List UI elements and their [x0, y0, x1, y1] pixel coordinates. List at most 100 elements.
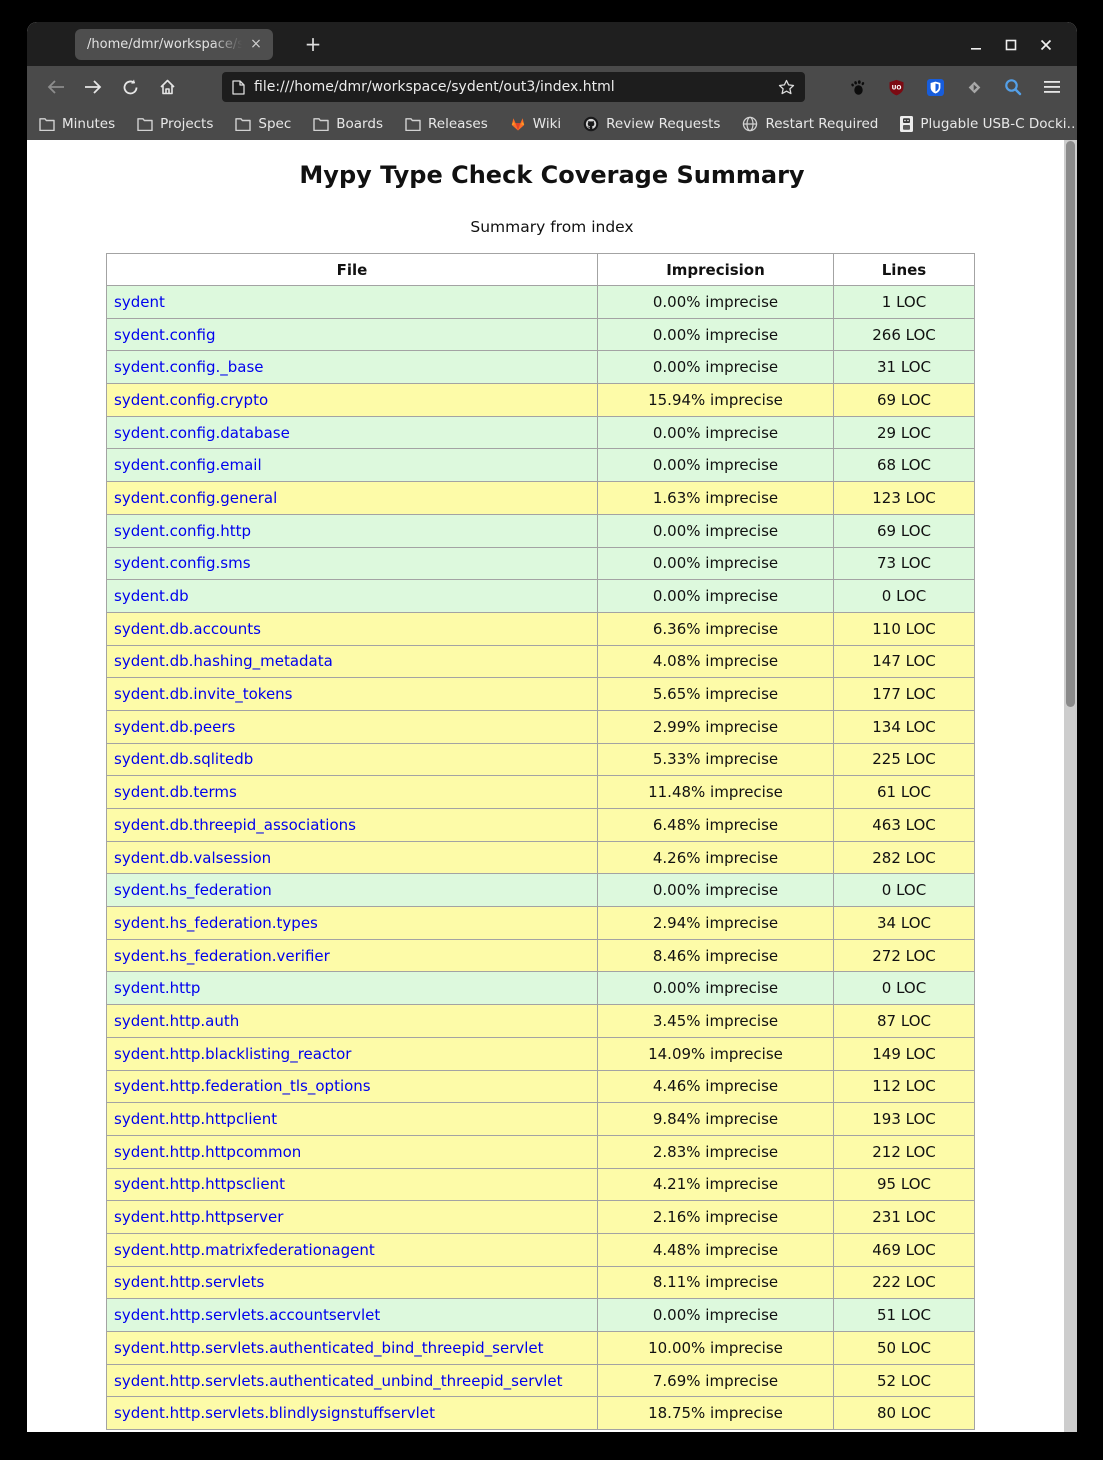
- bookmark-label: Wiki: [533, 116, 561, 132]
- table-row: sydent.config0.00% imprecise266 LOC: [107, 318, 975, 351]
- file-cell: sydent.http.httpclient: [107, 1103, 598, 1136]
- table-row: sydent.config.http0.00% imprecise69 LOC: [107, 514, 975, 547]
- search-icon[interactable]: [998, 71, 1028, 103]
- bitwarden-icon[interactable]: [920, 71, 950, 103]
- tab-bar: /home/dmr/workspace/syden × +: [27, 22, 1077, 66]
- reload-icon[interactable]: [114, 71, 146, 103]
- lines-cell: 469 LOC: [834, 1233, 975, 1266]
- file-link[interactable]: sydent.http.federation_tls_options: [114, 1077, 371, 1095]
- lines-cell: 68 LOC: [834, 449, 975, 482]
- file-link[interactable]: sydent.db.valsession: [114, 849, 271, 867]
- navigation-toolbar: file:///home/dmr/workspace/sydent/out3/i…: [27, 66, 1077, 108]
- forward-icon[interactable]: [77, 71, 109, 103]
- tab-close-icon[interactable]: ×: [247, 36, 265, 54]
- bookmark-item-plugable-usb-c-docki[interactable]: Plugable USB-C Docki…: [900, 116, 1077, 132]
- ublock-origin-icon[interactable]: UO: [881, 71, 911, 103]
- page-viewport: Mypy Type Check Coverage Summary Summary…: [27, 140, 1077, 1432]
- file-link[interactable]: sydent.db: [114, 587, 189, 605]
- table-row: sydent.http.auth3.45% imprecise87 LOC: [107, 1005, 975, 1038]
- file-link[interactable]: sydent.config.email: [114, 456, 262, 474]
- file-link[interactable]: sydent.db.accounts: [114, 620, 261, 638]
- imprecision-cell: 8.11% imprecise: [598, 1266, 834, 1299]
- back-icon[interactable]: [40, 71, 72, 103]
- file-link[interactable]: sydent.hs_federation: [114, 881, 272, 899]
- file-cell: sydent.config.general: [107, 482, 598, 515]
- gnome-foot-icon[interactable]: [842, 71, 872, 103]
- bookmark-item-minutes[interactable]: Minutes: [39, 116, 115, 132]
- file-link[interactable]: sydent.http.servlets: [114, 1273, 264, 1291]
- file-link[interactable]: sydent.http.servlets.blindlysignstuffser…: [114, 1404, 435, 1422]
- tab-active[interactable]: /home/dmr/workspace/syden ×: [75, 29, 273, 60]
- file-link[interactable]: sydent.config.crypto: [114, 391, 268, 409]
- file-link[interactable]: sydent.http.matrixfederationagent: [114, 1241, 375, 1259]
- file-link[interactable]: sydent.http.auth: [114, 1012, 239, 1030]
- file-link[interactable]: sydent.http.httpcommon: [114, 1143, 301, 1161]
- coverage-table: File Imprecision Lines sydent0.00% impre…: [106, 253, 975, 1430]
- file-link[interactable]: sydent.config._base: [114, 358, 264, 376]
- file-link[interactable]: sydent.http: [114, 979, 200, 997]
- file-link[interactable]: sydent.config.general: [114, 489, 277, 507]
- lines-cell: 73 LOC: [834, 547, 975, 580]
- file-cell: sydent.hs_federation: [107, 874, 598, 907]
- file-link[interactable]: sydent.config: [114, 326, 216, 344]
- bookmark-item-restart-required[interactable]: Restart Required: [742, 116, 878, 132]
- bookmark-star-icon[interactable]: [778, 79, 795, 95]
- file-link[interactable]: sydent.db.sqlitedb: [114, 750, 253, 768]
- file-cell: sydent.db.sqlitedb: [107, 743, 598, 776]
- file-link[interactable]: sydent.http.servlets.authenticated_bind_…: [114, 1339, 544, 1357]
- file-cell: sydent.config.sms: [107, 547, 598, 580]
- file-link[interactable]: sydent.db.peers: [114, 718, 235, 736]
- file-cell: sydent.db.hashing_metadata: [107, 645, 598, 678]
- file-cell: sydent.http: [107, 972, 598, 1005]
- close-button[interactable]: [1031, 30, 1061, 60]
- home-icon[interactable]: [151, 71, 183, 103]
- plasma-integration-icon[interactable]: [959, 71, 989, 103]
- bookmark-item-wiki[interactable]: Wiki: [510, 116, 561, 132]
- table-row: sydent.db.valsession4.26% imprecise282 L…: [107, 841, 975, 874]
- file-link[interactable]: sydent.http.blacklisting_reactor: [114, 1045, 351, 1063]
- imprecision-cell: 11.48% imprecise: [598, 776, 834, 809]
- file-link[interactable]: sydent.db.invite_tokens: [114, 685, 293, 703]
- file-cell: sydent.http.federation_tls_options: [107, 1070, 598, 1103]
- file-link[interactable]: sydent.http.httpclient: [114, 1110, 277, 1128]
- file-link[interactable]: sydent.config.database: [114, 424, 290, 442]
- file-cell: sydent.db.peers: [107, 710, 598, 743]
- file-link[interactable]: sydent.http.httpserver: [114, 1208, 283, 1226]
- lines-cell: 110 LOC: [834, 612, 975, 645]
- file-link[interactable]: sydent.http.httpsclient: [114, 1175, 285, 1193]
- file-cell: sydent: [107, 286, 598, 319]
- url-bar[interactable]: file:///home/dmr/workspace/sydent/out3/i…: [222, 72, 805, 102]
- file-link[interactable]: sydent.config.http: [114, 522, 251, 540]
- menu-icon[interactable]: [1037, 71, 1067, 103]
- table-header-row: File Imprecision Lines: [107, 254, 975, 286]
- table-row: sydent.config.email0.00% imprecise68 LOC: [107, 449, 975, 482]
- minimize-button[interactable]: [961, 30, 991, 60]
- file-link[interactable]: sydent.http.servlets.accountservlet: [114, 1306, 380, 1324]
- scrollbar[interactable]: [1064, 140, 1077, 1432]
- file-link[interactable]: sydent.db.hashing_metadata: [114, 652, 333, 670]
- browser-window: /home/dmr/workspace/syden × +: [27, 22, 1077, 1432]
- imprecision-cell: 4.08% imprecise: [598, 645, 834, 678]
- bookmark-item-spec[interactable]: Spec: [235, 116, 291, 132]
- svg-text:UO: UO: [891, 84, 901, 91]
- imprecision-cell: 2.83% imprecise: [598, 1135, 834, 1168]
- file-link[interactable]: sydent.db.terms: [114, 783, 237, 801]
- file-link[interactable]: sydent.db.threepid_associations: [114, 816, 356, 834]
- file-link[interactable]: sydent.hs_federation.types: [114, 914, 318, 932]
- bookmark-item-review-requests[interactable]: Review Requests: [583, 116, 720, 132]
- table-row: sydent.hs_federation0.00% imprecise0 LOC: [107, 874, 975, 907]
- scrollbar-thumb[interactable]: [1066, 141, 1075, 707]
- imprecision-cell: 10.00% imprecise: [598, 1332, 834, 1365]
- maximize-button[interactable]: [996, 30, 1026, 60]
- bookmark-item-releases[interactable]: Releases: [405, 116, 488, 132]
- file-link[interactable]: sydent.config.sms: [114, 554, 251, 572]
- bookmark-item-projects[interactable]: Projects: [137, 116, 213, 132]
- table-row: sydent.config.general1.63% imprecise123 …: [107, 482, 975, 515]
- file-link[interactable]: sydent.http.servlets.authenticated_unbin…: [114, 1372, 563, 1390]
- new-tab-button[interactable]: +: [298, 30, 328, 60]
- lines-cell: 87 LOC: [834, 1005, 975, 1038]
- file-cell: sydent.db.terms: [107, 776, 598, 809]
- file-link[interactable]: sydent.hs_federation.verifier: [114, 947, 330, 965]
- bookmark-item-boards[interactable]: Boards: [313, 116, 383, 132]
- file-link[interactable]: sydent: [114, 293, 165, 311]
